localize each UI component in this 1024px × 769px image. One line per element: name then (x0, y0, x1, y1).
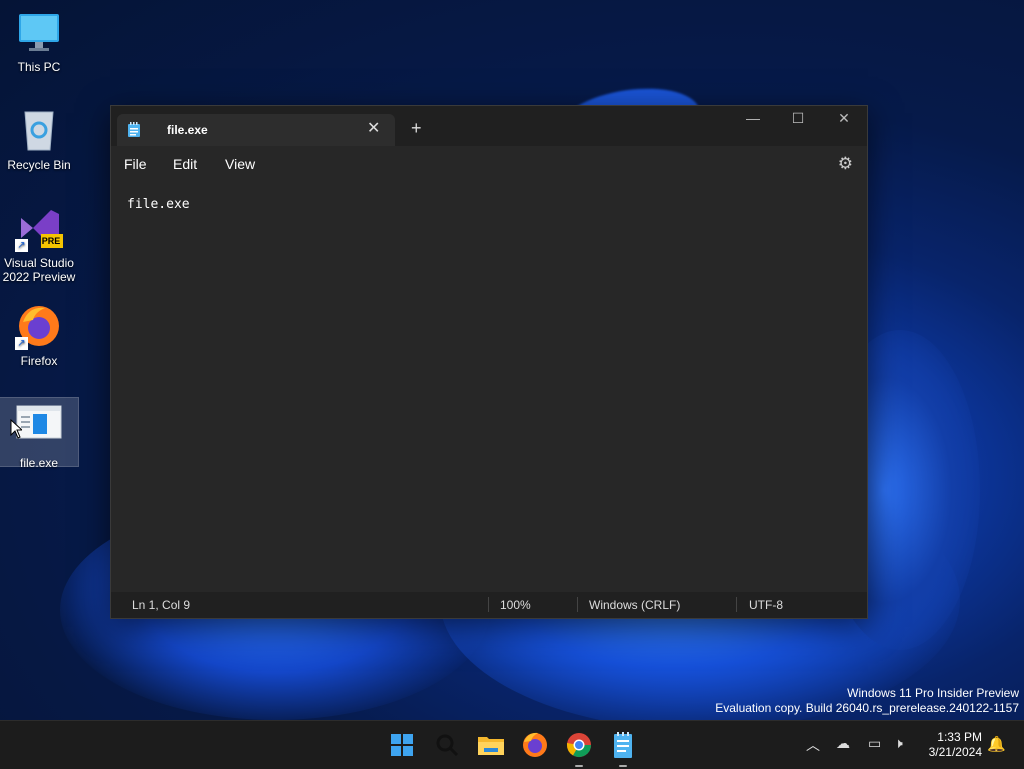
desktop-icon-label: Firefox (20, 354, 58, 368)
line-ending[interactable]: Windows (CRLF) (589, 598, 680, 612)
taskbar-firefox[interactable] (519, 729, 551, 761)
chevron-up-icon[interactable]: ︿ (806, 735, 820, 755)
taskbar-file-explorer[interactable] (475, 729, 507, 761)
title-bar[interactable]: file.exe ✕ + — ☐ ✕ (111, 106, 867, 146)
status-divider (736, 597, 737, 612)
chrome-icon (567, 733, 591, 758)
firefox-icon: ↗ (15, 302, 63, 350)
desktop-icon-visual-studio[interactable]: ↗ PRE Visual Studio 2022 Preview (0, 204, 78, 284)
start-icon (391, 734, 413, 756)
desktop-icon-firefox[interactable]: ↗ Firefox (0, 302, 78, 368)
desktop-icon-label: file.exe (19, 456, 59, 470)
desktop-icon-label: This PC (17, 60, 61, 74)
onedrive-offline-icon[interactable]: ☁ (836, 735, 850, 752)
taskbar: ︿ ☁ ▭ 🕨 1:33 PM 3/21/2024 🔔 (0, 720, 1024, 769)
minimize-button[interactable]: — (733, 110, 773, 126)
shortcut-arrow-icon: ↗ (15, 239, 28, 252)
recycle-bin-icon (15, 106, 63, 154)
desktop-icon-recycle-bin[interactable]: Recycle Bin (0, 106, 78, 172)
menu-bar: File Edit View ⚙ (111, 146, 867, 184)
desktop-icon-this-pc[interactable]: This PC (0, 8, 78, 74)
gear-icon[interactable]: ⚙ (838, 154, 853, 174)
desktop-icon-label: Recycle Bin (7, 158, 71, 172)
clock[interactable]: 1:33 PM 3/21/2024 (929, 730, 982, 760)
preview-badge: PRE (41, 236, 61, 246)
close-tab-icon[interactable]: ✕ (367, 118, 380, 138)
search-icon (436, 734, 459, 757)
tab-file-exe[interactable]: file.exe ✕ (117, 114, 395, 146)
shortcut-arrow-icon: ↗ (15, 337, 28, 350)
volume-muted-icon[interactable]: 🕨 (894, 735, 903, 752)
status-bar: Ln 1, Col 9 100% Windows (CRLF) UTF-8 (111, 592, 867, 618)
status-divider (577, 597, 578, 612)
notepad-icon (614, 732, 632, 758)
encoding[interactable]: UTF-8 (749, 598, 783, 612)
firefox-icon (523, 732, 547, 757)
desktop-icon-label: Visual Studio 2022 Preview (2, 256, 76, 284)
taskbar-notepad[interactable] (607, 729, 639, 767)
file-explorer-icon (478, 737, 504, 755)
evaluation-watermark: Windows 11 Pro Insider Preview Evaluatio… (715, 686, 1019, 716)
network-icon[interactable]: ▭ (868, 735, 881, 752)
menu-edit[interactable]: Edit (173, 156, 197, 172)
menu-file[interactable]: File (124, 156, 147, 172)
notification-bell-icon[interactable]: 🔔 (987, 735, 1006, 753)
zoom-level[interactable]: 100% (500, 598, 531, 612)
tab-title: file.exe (167, 123, 208, 137)
notepad-window: file.exe ✕ + — ☐ ✕ File Edit View ⚙ file… (110, 105, 868, 619)
monitor-icon (15, 8, 63, 56)
visual-studio-icon: ↗ PRE (15, 204, 63, 252)
watermark-line: Evaluation copy. Build 26040.rs_prerelea… (715, 701, 1019, 715)
clock-date: 3/21/2024 (928, 745, 982, 759)
close-window-button[interactable]: ✕ (824, 110, 864, 127)
search-button[interactable] (431, 729, 463, 761)
mouse-cursor-icon (10, 419, 22, 439)
running-indicator (619, 765, 627, 767)
running-indicator (575, 765, 583, 767)
notepad-icon (127, 122, 141, 143)
start-button[interactable] (386, 729, 418, 761)
status-divider (488, 597, 489, 612)
editor-content[interactable]: file.exe (127, 197, 190, 212)
new-tab-button[interactable]: + (411, 118, 422, 139)
clock-time: 1:33 PM (937, 730, 982, 744)
text-editor[interactable]: file.exe (111, 184, 867, 592)
menu-view[interactable]: View (225, 156, 255, 172)
taskbar-chrome[interactable] (563, 729, 595, 767)
watermark-line: Windows 11 Pro Insider Preview (847, 686, 1019, 700)
maximize-button[interactable]: ☐ (778, 110, 818, 127)
cursor-position: Ln 1, Col 9 (132, 598, 191, 612)
app-window-icon (15, 404, 63, 452)
